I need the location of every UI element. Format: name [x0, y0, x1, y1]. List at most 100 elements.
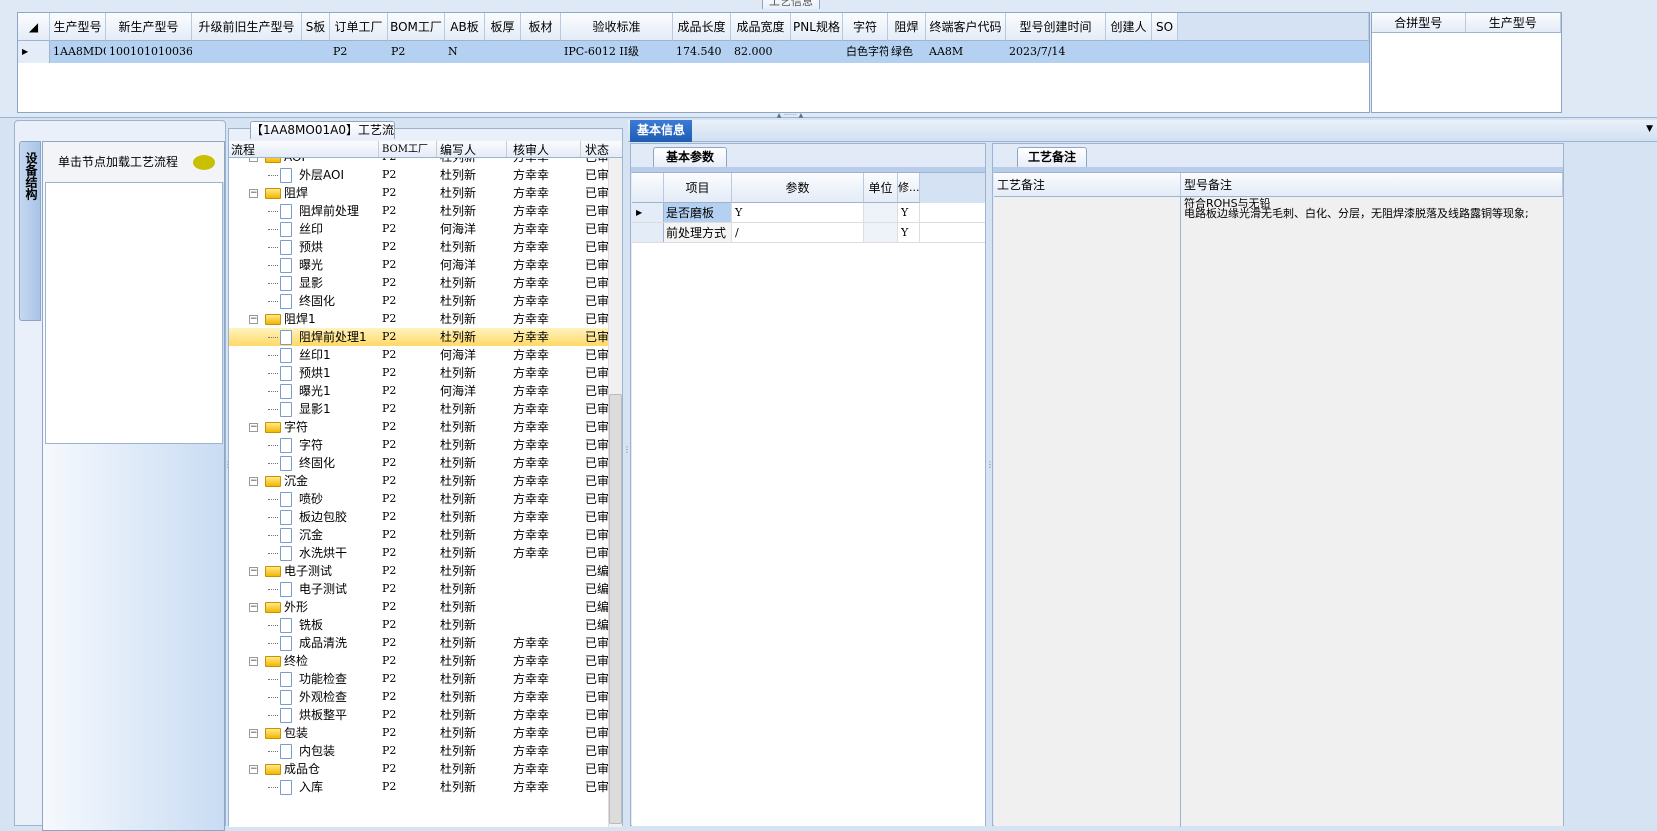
product-col-header[interactable]: 新生产型号	[106, 13, 192, 41]
product-cell[interactable]: AA8M	[926, 41, 1006, 63]
product-cell[interactable]	[302, 41, 330, 63]
product-cell[interactable]: N	[445, 41, 485, 63]
product-col-header[interactable]: 升级前旧生产型号	[192, 13, 302, 41]
param-modify[interactable]: Y	[898, 223, 920, 242]
param-value[interactable]: /	[732, 223, 864, 242]
tree-col-header[interactable]: 核审人	[507, 141, 581, 157]
tree-row[interactable]: −成品仓 P2 杜列新 方幸幸 已审核	[229, 760, 622, 778]
collapse-icon[interactable]: −	[249, 189, 258, 198]
tree-row[interactable]: −字符 P2 杜列新 方幸幸 已审核	[229, 418, 622, 436]
collapse-icon[interactable]: −	[249, 765, 258, 774]
dropdown-arrow-icon[interactable]: ▼	[1646, 124, 1653, 134]
tree-row[interactable]: −包装 P2 杜列新 方幸幸 已审核	[229, 724, 622, 742]
tree-row[interactable]: −沉金 P2 杜列新 方幸幸 已审核	[229, 472, 622, 490]
tree-row[interactable]: 外观检查 P2 杜列新 方幸幸 已审核	[229, 688, 622, 706]
scrollbar-thumb[interactable]	[609, 394, 622, 824]
tree-row[interactable]: 预烘1 P2 杜列新 方幸幸 已审核	[229, 364, 622, 382]
product-col-header[interactable]: 型号创建时间	[1006, 13, 1106, 41]
tree-row[interactable]: 曝光1 P2 何海洋 方幸幸 已审核	[229, 382, 622, 400]
tree-row[interactable]: 丝印 P2 何海洋 方幸幸 已审核	[229, 220, 622, 238]
collapse-icon[interactable]: −	[249, 729, 258, 738]
tree-row[interactable]: 喷砂 P2 杜列新 方幸幸 已审核	[229, 490, 622, 508]
product-cell[interactable]: 1AA8MD01A0	[50, 41, 106, 63]
product-col-header[interactable]: 板厚	[485, 13, 521, 41]
collapse-icon[interactable]: −	[249, 315, 258, 324]
merge-grid[interactable]: 合拼型号 生产型号	[1371, 12, 1562, 113]
product-col-header[interactable]: 订单工厂	[330, 13, 388, 41]
params-col-header[interactable]: 单位	[864, 173, 898, 203]
tree-scrollbar[interactable]: ▲	[608, 142, 622, 827]
tree-col-header[interactable]: 流程	[229, 141, 379, 157]
param-row[interactable]: ▶ 是否磨板 Y Y	[632, 203, 985, 223]
product-col-header[interactable]: 生产型号	[50, 13, 106, 41]
collapse-icon[interactable]: −	[249, 657, 258, 666]
product-cell[interactable]	[485, 41, 521, 63]
tree-row[interactable]: 功能检查 P2 杜列新 方幸幸 已审核	[229, 670, 622, 688]
tree-col-header[interactable]: 编写人	[437, 141, 507, 157]
params-grid[interactable]: 项目 参数 单位 修... ▶ 是否磨板 Y Y 前处理方式 / Y	[632, 172, 985, 826]
product-col-header[interactable]: AB板	[445, 13, 485, 41]
product-col-header[interactable]: BOM工厂	[388, 13, 445, 41]
process-tree-grid[interactable]: 流程 BOM工厂 编写人 核审人 状态 −AOI P2 杜列新 方幸幸 已审核 …	[229, 141, 622, 827]
product-col-header[interactable]: 终端客户代码	[926, 13, 1006, 41]
tree-row[interactable]: 铣板 P2 杜列新 已编写	[229, 616, 622, 634]
product-cell[interactable]: 2023/7/14	[1006, 41, 1106, 63]
params-col-header[interactable]: 修...	[898, 173, 920, 203]
product-cell[interactable]: 10010101003619	[106, 41, 192, 63]
tree-row[interactable]: 板边包胶 P2 杜列新 方幸幸 已审核	[229, 508, 622, 526]
tab-basic-info[interactable]: 基本信息	[630, 120, 692, 142]
tree-row[interactable]: 丝印1 P2 何海洋 方幸幸 已审核	[229, 346, 622, 364]
process-note-field[interactable]	[994, 197, 1181, 827]
tree-row[interactable]: 水洗烘干 P2 杜列新 方幸幸 已审核	[229, 544, 622, 562]
tree-row[interactable]: 阻焊前处理 P2 杜列新 方幸幸 已审核	[229, 202, 622, 220]
param-unit[interactable]	[864, 203, 898, 222]
tree-col-header[interactable]: 状态	[581, 141, 615, 157]
tree-row[interactable]: 阻焊前处理1 P2 杜列新 方幸幸 已审核	[229, 328, 622, 346]
splitter-handle[interactable]: ▲ ······· ▲	[760, 113, 820, 119]
product-col-header[interactable]: 阻焊	[888, 13, 926, 41]
param-unit[interactable]	[864, 223, 898, 242]
param-value[interactable]: Y	[732, 203, 864, 222]
tree-row[interactable]: 烘板整平 P2 杜列新 方幸幸 已审核	[229, 706, 622, 724]
tree-row[interactable]: −阻焊 P2 杜列新 方幸幸 已审核	[229, 184, 622, 202]
collapse-icon[interactable]: −	[249, 567, 258, 576]
product-cell[interactable]: 绿色	[888, 41, 926, 63]
tree-row[interactable]: 曝光 P2 何海洋 方幸幸 已审核	[229, 256, 622, 274]
product-cell[interactable]: P2	[388, 41, 445, 63]
product-col-header[interactable]: 创建人	[1106, 13, 1152, 41]
params-col-header[interactable]: 项目	[664, 173, 732, 203]
product-col-header[interactable]: 板材	[521, 13, 561, 41]
product-cell[interactable]: 174.540	[673, 41, 731, 63]
product-cell[interactable]	[791, 41, 843, 63]
tree-row[interactable]: 电子测试 P2 杜列新 已编写	[229, 580, 622, 598]
product-grid[interactable]: ◢ 生产型号 新生产型号 升级前旧生产型号 S板 订单工厂 BOM工厂 AB板 板厚 板材 验收标准…	[17, 12, 1370, 113]
merge-col-header[interactable]: 合拼型号	[1372, 13, 1466, 33]
product-col-header[interactable]: SO	[1152, 13, 1178, 41]
model-note-field[interactable]: 符合ROHS与无铅 电路板边缘光滑无毛刺、白化、分层，无阻焊漆脱落及线路露铜等现…	[1182, 197, 1562, 827]
vertical-tab-equipment[interactable]: 设备结构	[19, 141, 41, 321]
collapse-icon[interactable]: −	[249, 423, 258, 432]
row-header-corner[interactable]: ◢	[18, 13, 50, 41]
tree-row[interactable]: 沉金 P2 杜列新 方幸幸 已审核	[229, 526, 622, 544]
tree-row[interactable]: −电子测试 P2 杜列新 已编写	[229, 562, 622, 580]
tree-row[interactable]: −外形 P2 杜列新 已编写	[229, 598, 622, 616]
product-col-header[interactable]: 字符	[843, 13, 888, 41]
product-cell[interactable]: 82.000	[731, 41, 791, 63]
tree-row[interactable]: 终固化 P2 杜列新 方幸幸 已审核	[229, 292, 622, 310]
merge-col-header[interactable]: 生产型号	[1465, 13, 1561, 33]
product-cell[interactable]: IPC-6012 II级	[561, 41, 673, 63]
tree-row[interactable]: −终检 P2 杜列新 方幸幸 已审核	[229, 652, 622, 670]
product-cell[interactable]: P2	[330, 41, 388, 63]
tree-row[interactable]: 显影 P2 杜列新 方幸幸 已审核	[229, 274, 622, 292]
tree-row[interactable]: 外层AOI P2 杜列新 方幸幸 已审核	[229, 166, 622, 184]
tree-row[interactable]: 内包装 P2 杜列新 方幸幸 已审核	[229, 742, 622, 760]
product-cell[interactable]: 白色字符	[843, 41, 888, 63]
collapse-icon[interactable]: −	[249, 477, 258, 486]
product-cell[interactable]	[1106, 41, 1152, 63]
tree-col-header[interactable]: BOM工厂	[379, 141, 437, 157]
splitter-handle[interactable]: ⋮	[623, 445, 631, 475]
product-col-header[interactable]: S板	[302, 13, 330, 41]
param-item[interactable]: 前处理方式	[664, 223, 732, 242]
product-cell[interactable]	[1152, 41, 1178, 63]
product-cell[interactable]	[521, 41, 561, 63]
